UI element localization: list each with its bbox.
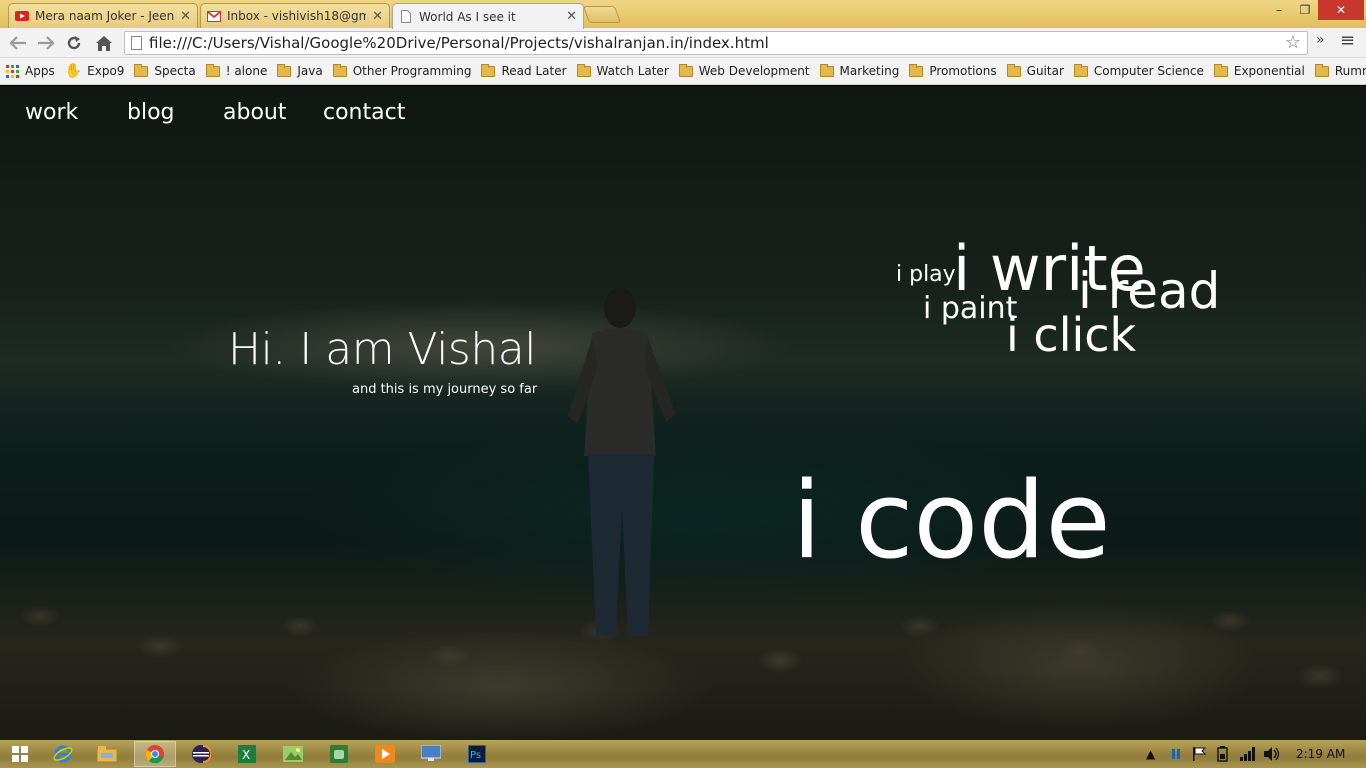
file-explorer-icon[interactable] bbox=[86, 741, 128, 767]
back-arrow-icon[interactable] bbox=[6, 32, 30, 54]
folder-icon bbox=[1314, 63, 1329, 77]
remote-desktop-icon[interactable] bbox=[410, 741, 452, 767]
folder-icon bbox=[1213, 63, 1228, 77]
volume-icon[interactable] bbox=[1264, 740, 1280, 768]
network-signal-icon[interactable] bbox=[1240, 740, 1256, 768]
page-icon bbox=[399, 10, 413, 23]
folder-icon bbox=[909, 63, 924, 77]
menu-icon[interactable]: ≡ bbox=[1340, 30, 1355, 51]
bookmark-star-icon[interactable]: ☆ bbox=[1285, 32, 1301, 53]
reload-icon[interactable] bbox=[62, 32, 86, 54]
bookmark-java[interactable]: Java bbox=[277, 63, 323, 78]
bookmark-expo9[interactable]: ✋ Expo9 bbox=[65, 63, 125, 79]
bookmark-marketing[interactable]: Marketing bbox=[819, 63, 899, 78]
background-person-figure bbox=[568, 288, 676, 636]
extensions-overflow-icon[interactable]: » bbox=[1316, 32, 1325, 48]
address-bar[interactable]: file:///C:/Users/Vishal/Google%20Drive/P… bbox=[124, 31, 1308, 55]
bookmark-promotions[interactable]: Promotions bbox=[909, 63, 997, 78]
word-i-code: i code bbox=[792, 459, 1111, 582]
nav-work-link[interactable]: work bbox=[25, 100, 78, 125]
nav-blog-link[interactable]: blog bbox=[127, 100, 175, 125]
bookmark-guitar[interactable]: Guitar bbox=[1006, 63, 1064, 78]
svg-text:Ps: Ps bbox=[470, 750, 481, 761]
tab-title: Mera naam Joker - Jeena y bbox=[35, 9, 175, 23]
folder-icon bbox=[678, 63, 693, 77]
nav-about-link[interactable]: about bbox=[223, 100, 286, 125]
bookmark-apps[interactable]: Apps bbox=[6, 64, 55, 78]
windows-start-icon[interactable] bbox=[0, 741, 40, 767]
tab-strip: Mera naam Joker - Jeena y ✕ Inbox - vish… bbox=[0, 0, 1366, 29]
action-center-flag-icon[interactable] bbox=[1192, 740, 1206, 768]
tab-title: World As I see it bbox=[419, 9, 516, 24]
bookmark-computer-science[interactable]: Computer Science bbox=[1073, 63, 1204, 78]
bookmark-web-development[interactable]: Web Development bbox=[678, 63, 810, 78]
battery-icon[interactable] bbox=[1216, 740, 1230, 768]
home-icon[interactable] bbox=[92, 32, 116, 54]
close-window-button[interactable]: ✕ bbox=[1318, 0, 1364, 20]
youtube-icon bbox=[15, 10, 29, 22]
bookmarks-bar: Apps ✋ Expo9 Specta ! alone Java Other P… bbox=[0, 58, 1366, 85]
gmail-icon bbox=[207, 10, 221, 22]
tray-app-icon[interactable] bbox=[1172, 740, 1180, 768]
svg-text:X: X bbox=[242, 748, 250, 762]
folder-icon bbox=[277, 63, 292, 77]
folder-icon bbox=[481, 63, 496, 77]
address-text: file:///C:/Users/Vishal/Google%20Drive/P… bbox=[149, 34, 769, 52]
bookmark-read-later[interactable]: Read Later bbox=[481, 63, 567, 78]
folder-icon bbox=[1006, 63, 1021, 77]
photoshop-icon[interactable]: Ps bbox=[456, 741, 498, 767]
tab-title: Inbox - vishivish18@gmail bbox=[227, 9, 366, 23]
apps-grid-icon bbox=[6, 64, 19, 78]
bookmark-watch-later[interactable]: Watch Later bbox=[576, 63, 669, 78]
close-icon[interactable]: ✕ bbox=[566, 9, 577, 24]
word-i-click: i click bbox=[1006, 308, 1137, 362]
nav-contact-link[interactable]: contact bbox=[323, 100, 405, 125]
browser-toolbar: file:///C:/Users/Vishal/Google%20Drive/P… bbox=[0, 28, 1366, 58]
bookmark-specta[interactable]: Specta bbox=[134, 63, 196, 78]
chrome-icon[interactable] bbox=[134, 741, 176, 767]
bookmark-exponential[interactable]: Exponential bbox=[1213, 63, 1305, 78]
close-icon[interactable]: ✕ bbox=[372, 9, 383, 24]
hero-title: Hi. I am Vishal bbox=[228, 324, 536, 375]
forward-arrow-icon[interactable] bbox=[34, 32, 58, 54]
word-i-play: i play bbox=[896, 262, 956, 287]
tab-world-as-i-see-it[interactable]: World As I see it ✕ bbox=[392, 3, 584, 29]
folder-icon bbox=[134, 63, 149, 77]
close-icon[interactable]: ✕ bbox=[180, 9, 191, 24]
taskbar-clock[interactable]: 2:19 AM bbox=[1296, 747, 1345, 761]
hero-subtitle: and this is my journey so far bbox=[352, 382, 538, 397]
tab-youtube[interactable]: Mera naam Joker - Jeena y ✕ bbox=[8, 3, 198, 28]
android-sdk-icon[interactable] bbox=[318, 741, 360, 767]
restore-button[interactable]: ❐ bbox=[1292, 0, 1318, 20]
minimize-button[interactable]: – bbox=[1266, 0, 1292, 20]
tab-gmail[interactable]: Inbox - vishivish18@gmail ✕ bbox=[200, 3, 390, 28]
bookmark-other-programming[interactable]: Other Programming bbox=[332, 63, 471, 78]
tray-overflow-icon[interactable]: ▲ bbox=[1146, 740, 1155, 768]
eclipse-icon[interactable] bbox=[180, 741, 222, 767]
windows-taskbar: X Ps ▲ 2:19 AM bbox=[0, 740, 1366, 768]
new-tab-button[interactable] bbox=[582, 6, 622, 23]
page-viewport: work blog about contact Hi. I am Vishal … bbox=[0, 86, 1366, 740]
folder-icon bbox=[576, 63, 591, 77]
folder-icon bbox=[205, 63, 220, 77]
folder-icon bbox=[1073, 63, 1088, 77]
excel-icon[interactable]: X bbox=[226, 741, 268, 767]
folder-icon bbox=[332, 63, 347, 77]
bookmark-alone[interactable]: ! alone bbox=[205, 63, 267, 78]
folder-icon bbox=[819, 63, 834, 77]
word-i-paint: i paint bbox=[923, 291, 1018, 326]
internet-explorer-icon[interactable] bbox=[42, 741, 84, 767]
expo9-icon: ✋ bbox=[64, 63, 83, 79]
photos-icon[interactable] bbox=[272, 741, 314, 767]
media-player-icon[interactable] bbox=[364, 741, 406, 767]
page-icon bbox=[131, 36, 142, 50]
bookmark-rummy[interactable]: Rummy bbox=[1314, 63, 1366, 78]
